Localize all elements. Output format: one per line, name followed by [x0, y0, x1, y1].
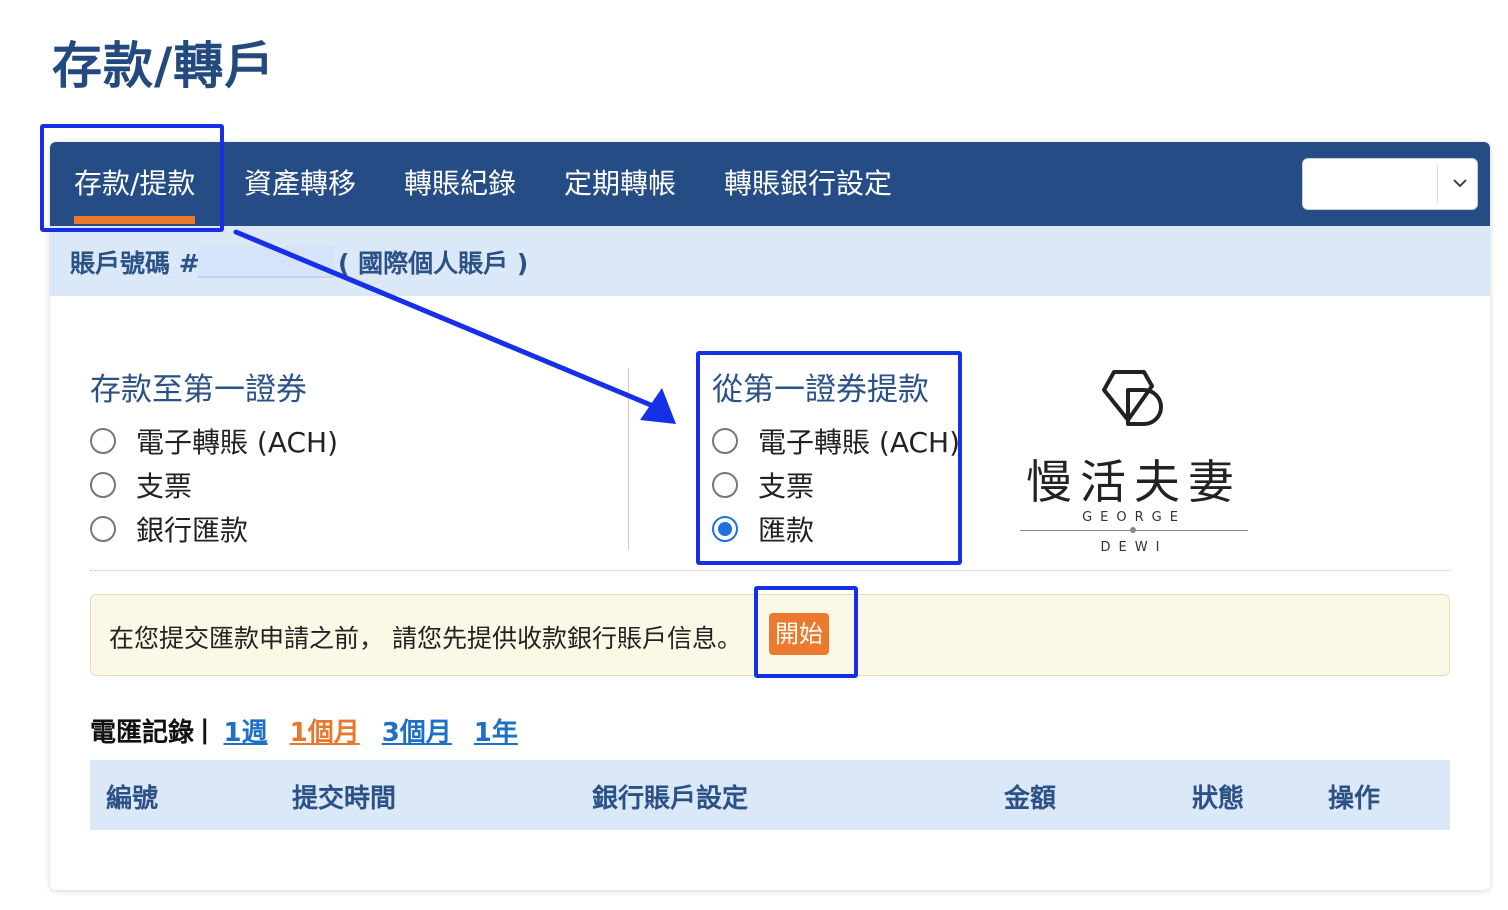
radio-label: 電子轉賬 (ACH): [136, 426, 339, 459]
deposit-option-wire[interactable]: 銀行匯款: [90, 513, 248, 547]
select-divider: [1437, 165, 1438, 203]
column-header-submit-time: 提交時間: [292, 784, 397, 814]
annotation-box-start: [754, 586, 858, 678]
chevron-down-icon: [1453, 179, 1467, 188]
page-title: 存款/轉戶: [52, 37, 276, 95]
section-separator: [90, 570, 1450, 571]
tab-bank-settings[interactable]: 轉賬銀行設定: [724, 142, 892, 226]
column-header-id: 編號: [106, 784, 159, 814]
column-header-actions: 操作: [1328, 784, 1381, 814]
history-label: 電匯記錄: [90, 717, 195, 748]
annotation-box-withdraw: [696, 351, 962, 565]
brand-sub-second: DEWI: [1100, 540, 1168, 555]
brand-divider-dot: [1130, 527, 1136, 533]
tab-asset-transfer[interactable]: 資產轉移: [244, 142, 356, 226]
deposit-option-check[interactable]: 支票: [90, 469, 192, 503]
period-1-week[interactable]: 1週: [224, 712, 268, 749]
tab-transfer-history[interactable]: 轉賬紀錄: [404, 142, 516, 226]
annotation-box-tab: [40, 124, 224, 232]
radio-label: 支票: [136, 470, 193, 503]
account-select-value: [1313, 167, 1437, 201]
account-number-label: 賬戶號碼 #: [70, 249, 200, 278]
notice-text: 在您提交匯款申請之前， 請您先提供收款銀行賬戶信息。: [109, 624, 742, 653]
column-header-status: 狀態: [1192, 784, 1245, 814]
brand-name: 慢活夫妻: [1026, 455, 1242, 509]
period-1-year[interactable]: 1年: [474, 712, 518, 749]
column-header-bank-account: 銀行賬戶設定: [592, 784, 749, 814]
deposit-section-title: 存款至第一證券: [90, 372, 307, 408]
account-info-bar: 賬戶號碼 # ( 國際個人賬戶 ): [50, 226, 1490, 296]
radio-button[interactable]: [90, 472, 116, 498]
radio-button[interactable]: [90, 428, 116, 454]
account-type: ( 國際個人賬戶 ): [338, 249, 529, 278]
column-header-amount: 金額: [1004, 784, 1057, 814]
period-1-month[interactable]: 1個月: [290, 712, 360, 749]
deposit-option-ach[interactable]: 電子轉賬 (ACH): [90, 425, 338, 459]
tab-bar: 存款/提款 資產轉移 轉賬紀錄 定期轉帳 轉賬銀行設定: [50, 142, 1490, 226]
radio-button[interactable]: [90, 516, 116, 542]
account-select[interactable]: [1302, 158, 1478, 210]
diamond-logo-icon: [1102, 370, 1163, 426]
tab-scheduled-transfer[interactable]: 定期轉帳: [564, 142, 676, 226]
section-divider: [628, 368, 629, 550]
brand-logo: 慢活夫妻 GEORGE DEWI: [1018, 364, 1250, 556]
brand-sub-first: GEORGE: [1082, 510, 1186, 525]
wire-history-table-header: 編號 提交時間 銀行賬戶設定 金額 狀態 操作: [90, 760, 1450, 830]
radio-label: 銀行匯款: [136, 514, 249, 547]
wire-history-filter: 電匯記錄 | 1週 1個月 3個月 1年: [90, 712, 540, 748]
account-number-value: [198, 246, 334, 278]
history-separator: |: [200, 715, 210, 745]
period-3-months[interactable]: 3個月: [382, 712, 452, 749]
